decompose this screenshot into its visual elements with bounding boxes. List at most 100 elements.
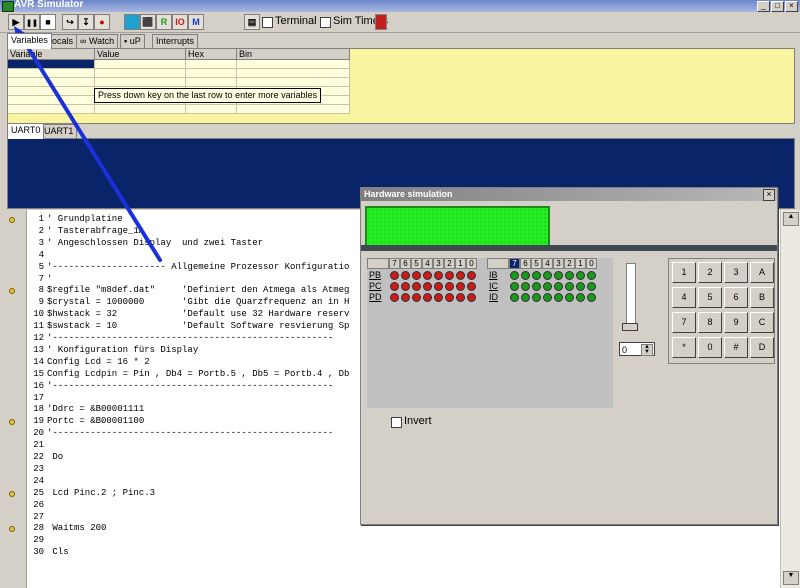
keypad-key[interactable]: #: [724, 337, 748, 358]
step-over-button[interactable]: ↧: [78, 14, 94, 30]
input-led[interactable]: [554, 271, 563, 280]
code-line[interactable]: $hwstack = 32 'Default use 32 Hardware r…: [47, 309, 349, 320]
grid-cell[interactable]: [237, 78, 350, 87]
input-led[interactable]: [532, 271, 541, 280]
input-led[interactable]: [576, 271, 585, 280]
run-button[interactable]: ▶: [8, 14, 24, 30]
tab-variables[interactable]: Variables: [7, 33, 52, 49]
input-led[interactable]: [521, 282, 530, 291]
memory-button[interactable]: M: [188, 14, 204, 30]
step-into-button[interactable]: ↪: [62, 14, 78, 30]
keypad-key[interactable]: 2: [698, 262, 722, 283]
analog-slider-thumb[interactable]: [622, 323, 638, 331]
code-line[interactable]: 'Ddrc = &B00001111: [47, 404, 144, 415]
close-icon[interactable]: ×: [785, 1, 798, 12]
line-marker-icon[interactable]: [9, 217, 15, 223]
column-header-bin[interactable]: Bin: [237, 49, 350, 60]
code-line[interactable]: ' Tasterabfrage_1A: [47, 226, 144, 237]
keypad-key[interactable]: 0: [698, 337, 722, 358]
input-led[interactable]: [532, 282, 541, 291]
maximize-icon[interactable]: □: [771, 1, 784, 12]
code-line[interactable]: '---------------------------------------…: [47, 333, 333, 344]
run-to-cursor-button[interactable]: ●: [94, 14, 110, 30]
tab-uart0[interactable]: UART0: [7, 123, 45, 139]
input-led[interactable]: [565, 282, 574, 291]
grid-cell[interactable]: [8, 78, 95, 87]
column-header-value[interactable]: Value: [95, 49, 186, 60]
grid-cell[interactable]: [95, 60, 186, 69]
code-line[interactable]: $swstack = 10 'Default Software resvieru…: [47, 321, 349, 332]
input-led[interactable]: [543, 293, 552, 302]
keypad-key[interactable]: 4: [672, 287, 696, 308]
code-line[interactable]: Portc = &B00001100: [47, 416, 144, 427]
keypad-key[interactable]: 7: [672, 312, 696, 333]
input-led[interactable]: [510, 271, 519, 280]
hardware-simulation-window[interactable]: Hardware simulation × 7 6 5 4 3 2 1 0 7 6 5 4 3 2 1 0 PB…: [360, 187, 778, 525]
keypad-key[interactable]: 3: [724, 262, 748, 283]
variables-grid[interactable]: Variable Value Hex Bin: [7, 48, 795, 124]
input-led[interactable]: [521, 293, 530, 302]
grid-cell[interactable]: [186, 78, 237, 87]
input-led[interactable]: [554, 293, 563, 302]
input-led[interactable]: [587, 271, 596, 280]
minimize-icon[interactable]: _: [757, 1, 770, 12]
keypad-key[interactable]: 5: [698, 287, 722, 308]
column-header-hex[interactable]: Hex: [186, 49, 237, 60]
input-led[interactable]: [554, 282, 563, 291]
tab-watch[interactable]: ∞ Watch: [76, 34, 119, 48]
invert-checkbox[interactable]: [391, 417, 402, 428]
tab-interrupts[interactable]: Interrupts: [152, 34, 199, 48]
tab-uart1[interactable]: UART1: [40, 124, 78, 138]
code-line[interactable]: ' Grundplatine: [47, 214, 123, 225]
input-led[interactable]: [521, 271, 530, 280]
code-line[interactable]: Config Lcd = 16 * 2: [47, 357, 150, 368]
tab-up[interactable]: ▪ uP: [120, 34, 145, 48]
keypad-key[interactable]: 6: [724, 287, 748, 308]
input-led[interactable]: [565, 271, 574, 280]
code-line[interactable]: Waitms 200: [47, 523, 106, 534]
grid-cell[interactable]: [186, 69, 237, 78]
spin-arrows-icon[interactable]: ▲ ▼: [641, 344, 653, 356]
keypad-key[interactable]: D: [750, 337, 774, 358]
terminal-checkbox[interactable]: [262, 17, 273, 28]
grid-cell[interactable]: [95, 69, 186, 78]
keypad-key[interactable]: 8: [698, 312, 722, 333]
pause-button[interactable]: ❚❚: [24, 14, 40, 30]
input-led[interactable]: [576, 293, 585, 302]
code-line[interactable]: Do: [47, 452, 63, 463]
analog-spin-input[interactable]: 0 ▲ ▼: [619, 342, 655, 356]
grid-cell[interactable]: [8, 105, 95, 114]
grid-cell[interactable]: [95, 78, 186, 87]
column-header-variable[interactable]: Variable: [8, 49, 95, 60]
grid-cell[interactable]: [8, 87, 95, 96]
code-line[interactable]: $crystal = 1000000 'Gibt die Quarzfreque…: [47, 297, 349, 308]
input-led[interactable]: [543, 282, 552, 291]
code-line[interactable]: Cls: [47, 547, 68, 558]
code-line[interactable]: ' Angeschlossen Display und zwei Taster: [47, 238, 263, 249]
input-led[interactable]: [532, 293, 541, 302]
keypad-key[interactable]: C: [750, 312, 774, 333]
registers-button[interactable]: R: [156, 14, 172, 30]
code-line[interactable]: '--------------------- Allgemeine Prozes…: [47, 262, 349, 273]
input-led[interactable]: [510, 282, 519, 291]
hardware-button[interactable]: ⬛: [140, 14, 156, 30]
code-line[interactable]: ' Konfiguration fürs Display: [47, 345, 198, 356]
analog-slider-track[interactable]: [626, 263, 636, 329]
keypad-key[interactable]: A: [750, 262, 774, 283]
hardware-title-bar[interactable]: Hardware simulation ×: [361, 188, 777, 201]
stop-button[interactable]: ■: [40, 14, 56, 30]
code-line[interactable]: '---------------------------------------…: [47, 381, 333, 392]
grid-cell[interactable]: [237, 69, 350, 78]
grid-cell[interactable]: [8, 96, 95, 105]
lcd-button[interactable]: [124, 14, 140, 30]
io-button[interactable]: IO: [172, 14, 188, 30]
terminal-icon-button[interactable]: ▤: [244, 14, 260, 30]
grid-cell[interactable]: [186, 105, 237, 114]
grid-cell[interactable]: [8, 69, 95, 78]
keypad-key[interactable]: *: [672, 337, 696, 358]
input-led[interactable]: [587, 282, 596, 291]
grid-cell[interactable]: [95, 105, 186, 114]
input-led[interactable]: [587, 293, 596, 302]
code-line[interactable]: Lcd Pinc.2 ; Pinc.3: [47, 488, 155, 499]
grid-cell[interactable]: [8, 60, 95, 69]
